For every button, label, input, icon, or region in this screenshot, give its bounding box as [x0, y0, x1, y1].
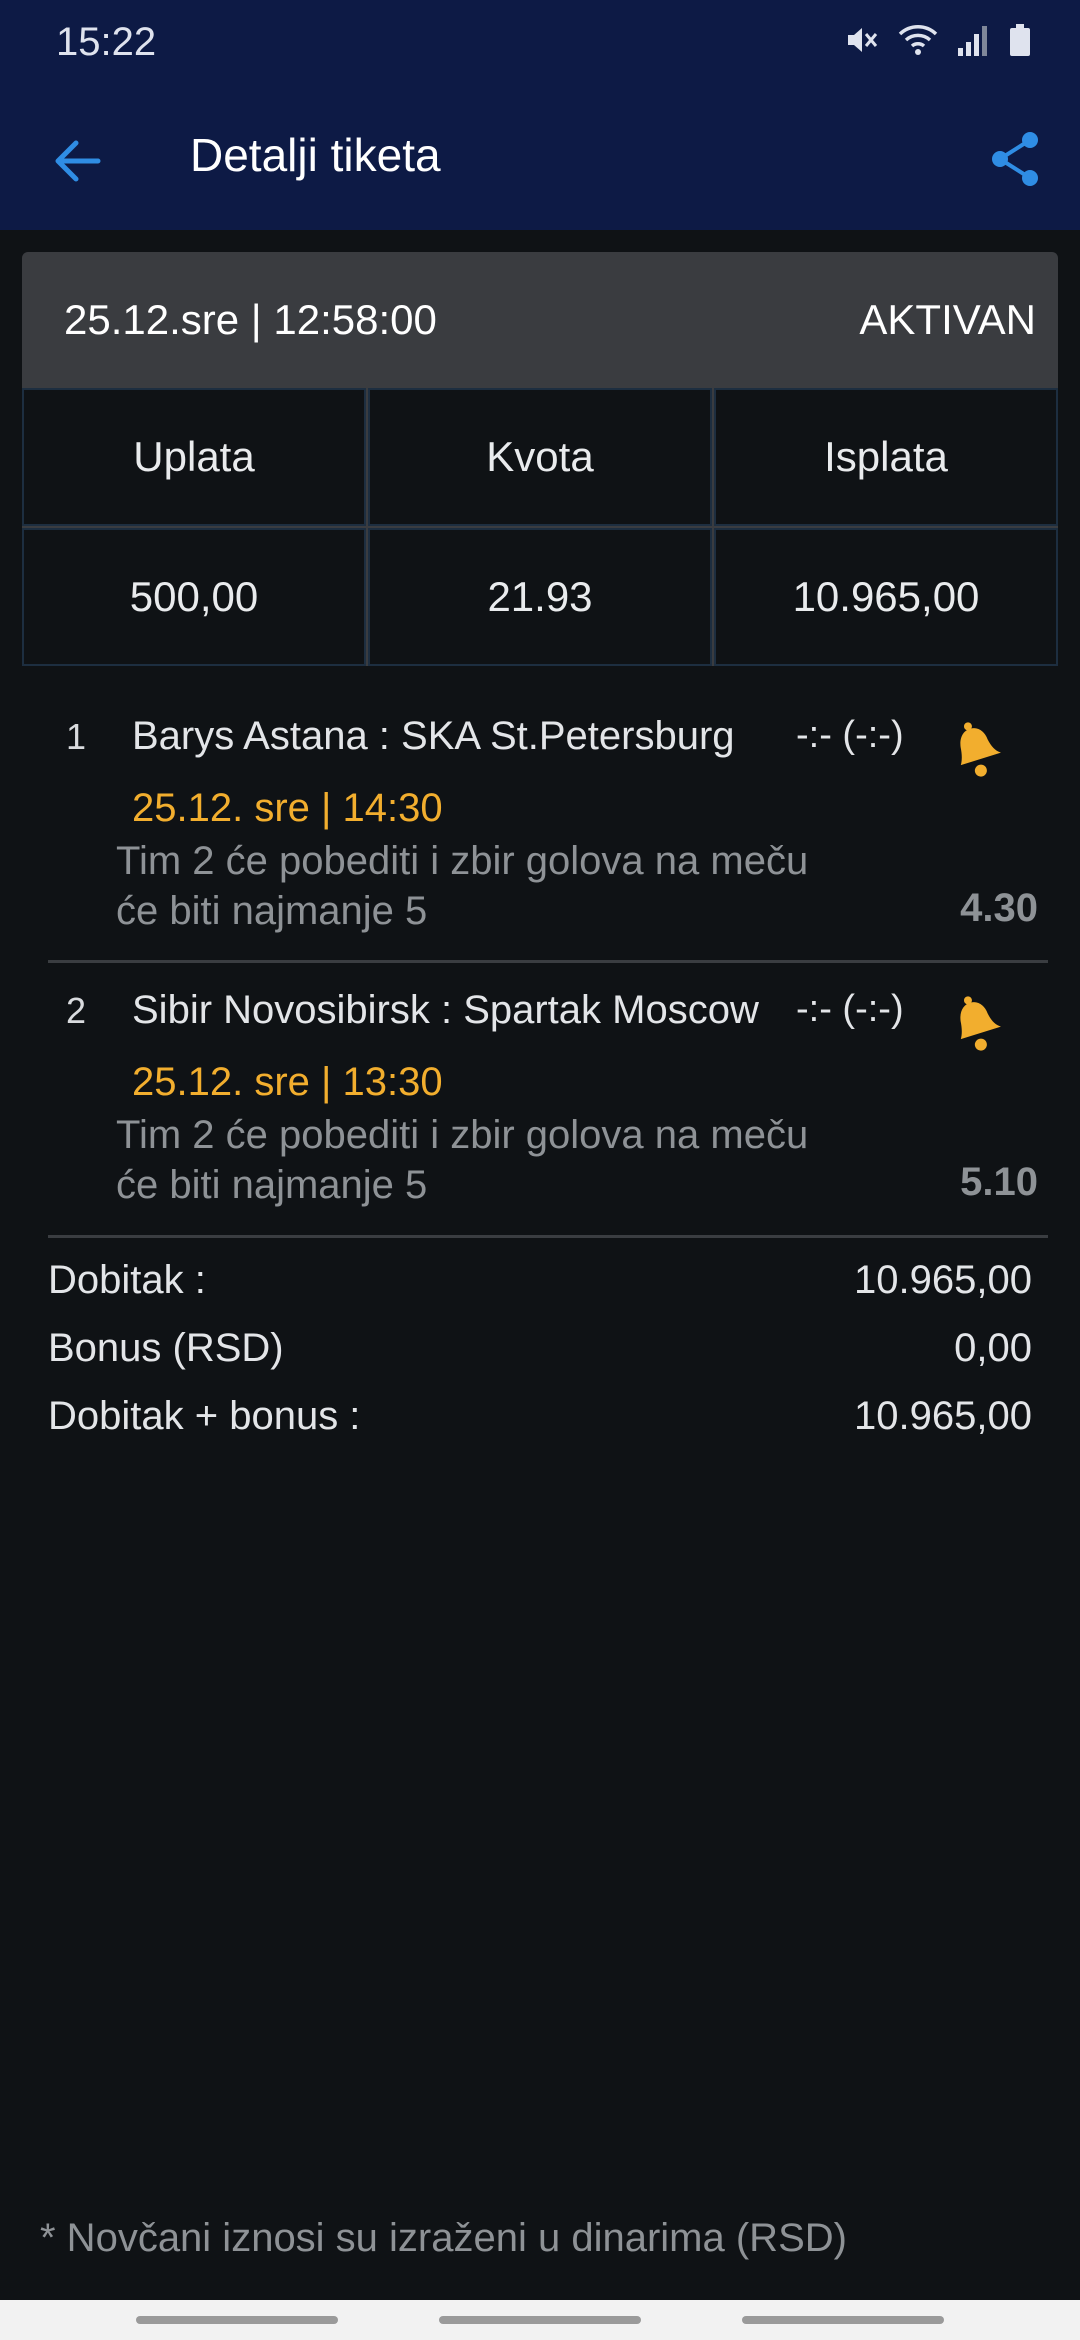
- win-row: Dobitak : 10.965,00: [48, 1258, 1032, 1306]
- bonus-label: Bonus (RSD): [48, 1326, 284, 1370]
- payout-value: 10.965,00: [714, 528, 1058, 666]
- mute-icon: [848, 28, 878, 52]
- system-nav-bar: [0, 2300, 1080, 2340]
- match-item[interactable]: 1 Barys Astana : SKA St.Petersburg -:- (…: [48, 700, 1048, 950]
- bell-icon[interactable]: [938, 714, 1008, 784]
- match-item[interactable]: 2 Sibir Novosibirsk : Spartak Moscow -:-…: [48, 976, 1048, 1226]
- currency-footnote: * Novčani iznosi su izraženi u dinarima …: [40, 2216, 847, 2260]
- win-value: 10.965,00: [854, 1258, 1032, 1302]
- match-description: Tim 2 će pobediti i zbir golova na meču …: [116, 1110, 946, 1210]
- bonus-row: Bonus (RSD) 0,00: [48, 1326, 1032, 1374]
- status-bar: 15:22: [0, 0, 1080, 88]
- ticket-header: 25.12.sre | 12:58:00 AKTIVAN: [22, 252, 1058, 388]
- share-button[interactable]: [980, 124, 1050, 194]
- divider: [48, 1235, 1048, 1238]
- wifi-icon: [898, 25, 938, 55]
- payment-header: Uplata: [22, 388, 366, 526]
- arrow-left-icon: [55, 140, 101, 182]
- bonus-value: 0,00: [954, 1326, 1032, 1370]
- match-number: 2: [66, 990, 87, 1031]
- match-description-line: Tim 2 će pobediti i zbir golova na meču: [116, 1113, 809, 1157]
- page-title: Detalji tiketa: [190, 129, 441, 181]
- odds-value: 21.93: [368, 528, 712, 666]
- win-label: Dobitak :: [48, 1258, 206, 1302]
- payment-value: 500,00: [22, 528, 366, 666]
- ticket-date: 25.12.sre | 12:58:00: [64, 296, 437, 343]
- match-odd: 5.10: [960, 1160, 1038, 1204]
- battery-icon: [1010, 24, 1030, 56]
- app-bar: Detalji tiketa: [0, 88, 1080, 230]
- match-description: Tim 2 će pobediti i zbir golova na meču …: [116, 836, 946, 936]
- ticket-status: AKTIVAN: [859, 296, 1036, 343]
- match-teams: Sibir Novosibirsk : Spartak Moscow: [132, 988, 759, 1032]
- payout-header: Isplata: [714, 388, 1058, 526]
- match-number: 1: [66, 716, 87, 757]
- match-odd: 4.30: [960, 886, 1038, 930]
- match-score: -:- (-:-): [796, 714, 904, 756]
- signal-icon: [958, 26, 987, 56]
- back-button[interactable]: [42, 126, 112, 196]
- match-description-line: će biti najmanje 5: [116, 1163, 428, 1207]
- status-time: 15:22: [56, 20, 157, 64]
- total-label: Dobitak + bonus :: [48, 1394, 361, 1438]
- total-value: 10.965,00: [854, 1394, 1032, 1438]
- nav-back-button[interactable]: [742, 2316, 944, 2324]
- match-time: 25.12. sre | 14:30: [132, 786, 443, 830]
- bell-icon[interactable]: [938, 988, 1008, 1058]
- ticket-summary-grid: Uplata Kvota Isplata 500,00 21.93 10.965…: [22, 388, 1058, 666]
- nav-home-button[interactable]: [439, 2316, 641, 2324]
- share-icon: [992, 132, 1038, 186]
- nav-recents-button[interactable]: [136, 2316, 338, 2324]
- odds-header: Kvota: [368, 388, 712, 526]
- match-description-line: Tim 2 će pobediti i zbir golova na meču: [116, 839, 809, 883]
- status-icons: [844, 22, 1032, 58]
- total-row: Dobitak + bonus : 10.965,00: [48, 1394, 1032, 1442]
- match-time: 25.12. sre | 13:30: [132, 1060, 443, 1104]
- match-description-line: će biti najmanje 5: [116, 889, 428, 933]
- divider: [48, 960, 1048, 963]
- match-teams: Barys Astana : SKA St.Petersburg: [132, 714, 735, 758]
- match-score: -:- (-:-): [796, 988, 904, 1030]
